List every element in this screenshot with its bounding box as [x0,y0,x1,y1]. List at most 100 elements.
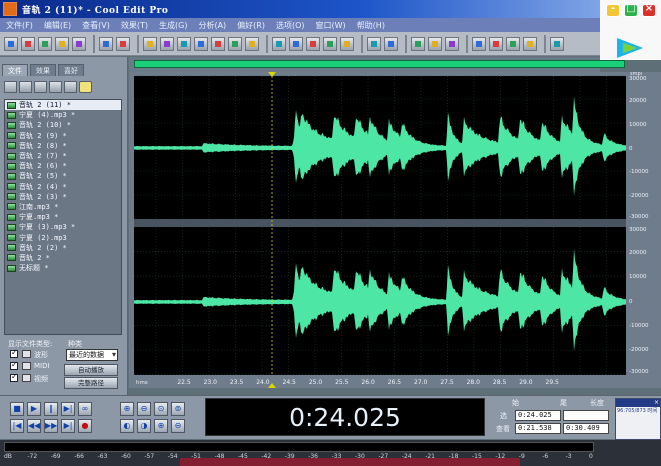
eq-icon[interactable] [323,36,337,51]
file-list-item[interactable]: 宁夏 (4).mp3 * [5,110,121,120]
close-button[interactable]: × [642,3,656,17]
marker-icon[interactable] [445,36,459,51]
help-icon[interactable] [79,81,92,93]
time-icon[interactable] [523,36,537,51]
file-list-item[interactable]: 音轨 2 * [5,253,121,263]
metronome-icon[interactable] [506,36,520,51]
file-list-item[interactable]: 音轨 2 (9) * [5,131,121,141]
redo-icon[interactable] [160,36,174,51]
menu-item[interactable]: 生成(G) [157,20,189,31]
insert-multitrack-icon[interactable] [64,81,77,93]
zoom-in-vertical-button[interactable]: ⊕ [154,419,168,433]
spectral-view-icon[interactable] [411,36,425,51]
new-file-icon[interactable] [38,36,52,51]
file-list-item[interactable]: 宁夏.mp3 * [5,212,121,222]
record-settings-icon[interactable] [489,36,503,51]
selection-end-field[interactable] [563,410,609,421]
waveform-display[interactable]: smpl30000300002000020000100001000000-100… [129,72,661,388]
dynamics-icon[interactable] [384,36,398,51]
menu-item[interactable]: 窗口(W) [314,20,348,31]
info-popup[interactable]: × 96:705/873 时间 [615,398,661,440]
menu-item[interactable]: 文件(F) [4,20,35,31]
overview-range-bar[interactable] [134,60,625,68]
waveform-view-icon[interactable] [4,36,18,51]
close-file-icon[interactable] [99,36,113,51]
zoom-selection-button[interactable]: ⊚ [171,402,185,416]
file-list-item[interactable]: 音轨 2 (3) * [5,192,121,202]
import-file-icon[interactable] [19,81,32,93]
zoom-out-vertical-button[interactable]: ⊖ [171,419,185,433]
fast-forward-button[interactable]: ▶▶ [44,419,58,433]
file-list-item[interactable]: 音轨 2 (5) * [5,171,121,181]
open-file-icon[interactable] [4,81,17,93]
menu-item[interactable]: 选项(O) [274,20,307,31]
multitrack-view-icon[interactable] [21,36,35,51]
reverb-icon[interactable] [289,36,303,51]
cut-icon[interactable] [194,36,208,51]
maximize-button[interactable]: □ [624,3,638,17]
popup-close-icon[interactable]: × [654,399,659,406]
mix-paste-icon[interactable] [228,36,242,51]
filter-video-checkbox[interactable] [10,372,18,382]
go-to-end-button[interactable]: ▶| [61,419,75,433]
minimize-button[interactable]: - [606,3,620,17]
paste-icon[interactable] [211,36,225,51]
menu-item[interactable]: 编辑(E) [42,20,73,31]
view-start-field[interactable]: 0:21.538 [515,423,561,434]
file-list-item[interactable]: 音轨 2 (4) * [5,182,121,192]
pause-button[interactable]: ‖ [44,402,58,416]
view-end-field[interactable]: 0:30.409 [563,423,609,434]
zoom-out-horizontal-button[interactable]: ⊖ [137,402,151,416]
go-to-start-button[interactable]: |◀ [10,419,24,433]
loop-button[interactable]: ∞ [78,402,92,416]
filter-waveform-checkbox[interactable] [10,348,18,358]
normalize-icon[interactable] [367,36,381,51]
file-list-item[interactable]: 音轨 2 (7) * [5,151,121,161]
file-list-item[interactable]: 音轨 2 (11) * [5,100,121,111]
auto-play-button[interactable]: 自动播放 [64,364,118,376]
close-file-icon[interactable] [34,81,47,93]
help-icon[interactable] [550,36,564,51]
zoom-right-button[interactable]: ◑ [137,419,151,433]
zoom-full-button[interactable]: ⊙ [154,402,168,416]
tab-files[interactable]: 文件 [2,64,28,76]
tab-favorites[interactable]: 喜好 [58,64,84,76]
stop-button[interactable]: ■ [10,402,24,416]
file-list-item[interactable]: 音轨 2 (2) * [5,243,121,253]
title-bar[interactable]: 音轨 2 (11)* - Cool Edit Pro [0,0,600,18]
play-button[interactable]: ▶ [27,402,41,416]
menu-item[interactable]: 效果(T) [119,20,150,31]
sort-select[interactable]: 最近的数据 [66,349,118,361]
file-list-item[interactable]: 宁夏 (2).mp3 [5,232,121,242]
file-list-item[interactable]: 音轨 2 (8) * [5,141,121,151]
rewind-button[interactable]: ◀◀ [27,419,41,433]
save-file-icon[interactable] [72,36,86,51]
full-path-button[interactable]: 完整路径 [64,377,118,389]
file-list-item[interactable]: 宁夏 (3).mp3 * [5,222,121,232]
menu-item[interactable]: 偏好(R) [235,20,267,31]
undo-icon[interactable] [143,36,157,51]
delay-icon[interactable] [306,36,320,51]
selection-start-field[interactable]: 0:24.025 [515,410,561,421]
noise-icon[interactable] [272,36,286,51]
zoom-left-button[interactable]: ◐ [120,419,134,433]
file-list-item[interactable]: 江南.mp3 * [5,202,121,212]
file-list-item[interactable]: 无标题 * [5,263,121,273]
open-file-icon[interactable] [55,36,69,51]
trim-icon[interactable] [245,36,259,51]
edit-icon[interactable] [116,36,130,51]
file-list-item[interactable]: 音轨 2 (6) * [5,161,121,171]
menu-item[interactable]: 帮助(H) [355,20,387,31]
edit-file-icon[interactable] [49,81,62,93]
amplify-icon[interactable] [340,36,354,51]
file-list[interactable]: 音轨 2 (11) * 宁夏 (4).mp3 * 音轨 2 (10) * 音轨 2 (… [4,99,122,335]
play-to-end-button[interactable]: ▶| [61,402,75,416]
copy-icon[interactable] [177,36,191,51]
record-button[interactable]: ● [78,419,92,433]
file-list-item[interactable]: 音轨 2 (10) * [5,120,121,130]
frequency-icon[interactable] [428,36,442,51]
filter-midi-checkbox[interactable] [10,360,18,370]
cd-icon[interactable] [472,36,486,51]
tab-effects[interactable]: 效果 [30,64,56,76]
zoom-in-horizontal-button[interactable]: ⊕ [120,402,134,416]
